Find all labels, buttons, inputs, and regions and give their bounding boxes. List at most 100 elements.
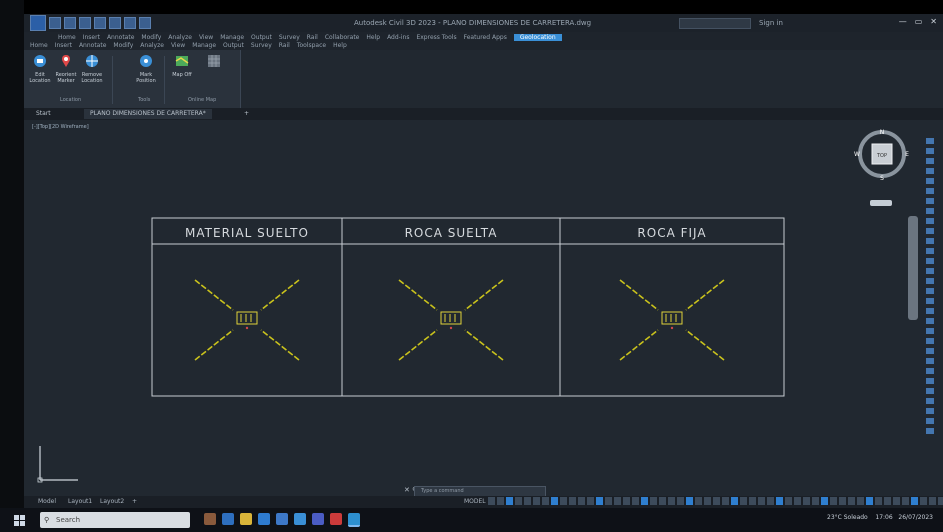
app-menu-icon[interactable] xyxy=(30,15,46,31)
status-toggle-icon[interactable] xyxy=(569,497,576,505)
status-toggle-icon[interactable] xyxy=(497,497,504,505)
nav-tool-icon[interactable] xyxy=(926,208,934,214)
edge-browser-icon[interactable] xyxy=(222,513,234,525)
status-toggle-icon[interactable] xyxy=(551,497,558,505)
new-file-icon[interactable] xyxy=(49,17,61,29)
nav-tool-icon[interactable] xyxy=(926,368,934,374)
ribbon-tab-analyze[interactable]: Analyze xyxy=(168,34,192,41)
nav-tool-icon[interactable] xyxy=(926,258,934,264)
tab-active-drawing[interactable]: PLANO DIMENSIONES DE CARRETERA* xyxy=(84,109,212,119)
nav-tool-icon[interactable] xyxy=(926,378,934,384)
menu-item-rail[interactable]: Rail xyxy=(279,42,290,49)
task-view-icon[interactable] xyxy=(204,513,216,525)
status-toggle-icon[interactable] xyxy=(758,497,765,505)
menu-item-insert[interactable]: Insert xyxy=(55,42,72,49)
taskbar-search[interactable]: ⚲ Search xyxy=(40,512,190,528)
ribbon-tab-geolocation[interactable]: Geolocation xyxy=(513,34,562,41)
status-toggle-icon[interactable] xyxy=(740,497,747,505)
status-toggle-icon[interactable] xyxy=(578,497,585,505)
status-toggle-icon[interactable] xyxy=(713,497,720,505)
start-menu-icon[interactable] xyxy=(14,515,25,526)
ribbon-tab-annotate[interactable]: Annotate xyxy=(107,34,134,41)
viewport-controls-label[interactable]: [-][Top][2D Wireframe] xyxy=(32,124,89,130)
maximize-button[interactable]: ▭ xyxy=(915,17,923,26)
status-toggle-icon[interactable] xyxy=(839,497,846,505)
ribbon-tab-add-ins[interactable]: Add-ins xyxy=(387,34,409,41)
status-toggle-icon[interactable] xyxy=(749,497,756,505)
nav-tool-icon[interactable] xyxy=(926,428,934,434)
ribbon-tab-help[interactable]: Help xyxy=(366,34,380,41)
tab-layout1[interactable]: Layout1 xyxy=(68,498,92,505)
nav-tool-icon[interactable] xyxy=(926,288,934,294)
menu-item-output[interactable]: Output xyxy=(223,42,244,49)
status-toggle-icon[interactable] xyxy=(866,497,873,505)
status-toggle-icon[interactable] xyxy=(587,497,594,505)
status-toggle-icon[interactable] xyxy=(560,497,567,505)
status-toggle-icon[interactable] xyxy=(902,497,909,505)
tab-start[interactable]: Start xyxy=(30,109,57,119)
acrobat-icon[interactable] xyxy=(330,513,342,525)
map-off-button[interactable]: Map Off xyxy=(170,54,194,78)
settings-icon[interactable] xyxy=(294,513,306,525)
status-toggle-icon[interactable] xyxy=(605,497,612,505)
menu-item-toolspace[interactable]: Toolspace xyxy=(297,42,326,49)
undo-icon[interactable] xyxy=(124,17,136,29)
new-tab-button[interactable]: + xyxy=(238,109,255,119)
tab-layout2[interactable]: Layout2 xyxy=(100,498,124,505)
nav-tool-icon[interactable] xyxy=(926,188,934,194)
nav-tool-icon[interactable] xyxy=(926,218,934,224)
nav-tool-icon[interactable] xyxy=(926,418,934,424)
status-toggle-icon[interactable] xyxy=(911,497,918,505)
status-toggle-icon[interactable] xyxy=(767,497,774,505)
drawing-canvas[interactable]: MATERIAL SUELTO ROCA SUELTA ROCA FIJA xyxy=(24,120,904,480)
nav-tool-icon[interactable] xyxy=(926,308,934,314)
status-toggle-icon[interactable] xyxy=(677,497,684,505)
status-toggle-icon[interactable] xyxy=(641,497,648,505)
status-toggle-icon[interactable] xyxy=(506,497,513,505)
nav-tool-icon[interactable] xyxy=(926,158,934,164)
status-toggle-icon[interactable] xyxy=(623,497,630,505)
ribbon-tab-survey[interactable]: Survey xyxy=(279,34,300,41)
open-file-icon[interactable] xyxy=(64,17,76,29)
close-button[interactable]: ✕ xyxy=(930,17,937,26)
minimize-button[interactable]: — xyxy=(899,17,907,26)
status-toggle-icon[interactable] xyxy=(524,497,531,505)
status-toggle-icon[interactable] xyxy=(821,497,828,505)
nav-tool-icon[interactable] xyxy=(926,138,934,144)
status-toggle-icon[interactable] xyxy=(731,497,738,505)
status-toggle-icon[interactable] xyxy=(632,497,639,505)
status-toggle-icon[interactable] xyxy=(920,497,927,505)
civil3d-taskbar-icon[interactable] xyxy=(348,513,360,527)
nav-tool-icon[interactable] xyxy=(926,268,934,274)
status-toggle-icon[interactable] xyxy=(857,497,864,505)
nav-tool-icon[interactable] xyxy=(926,318,934,324)
ribbon-tab-view[interactable]: View xyxy=(199,34,213,41)
file-explorer-icon[interactable] xyxy=(240,513,252,525)
redo-icon[interactable] xyxy=(139,17,151,29)
nav-tool-icon[interactable] xyxy=(926,408,934,414)
status-toggle-icon[interactable] xyxy=(488,497,495,505)
status-toggle-icon[interactable] xyxy=(803,497,810,505)
menu-item-home[interactable]: Home xyxy=(30,42,48,49)
ribbon-tab-home[interactable]: Home xyxy=(58,34,76,41)
status-toggle-icon[interactable] xyxy=(785,497,792,505)
ribbon-tab-output[interactable]: Output xyxy=(251,34,272,41)
ribbon-tab-express-tools[interactable]: Express Tools xyxy=(416,34,456,41)
nav-tool-icon[interactable] xyxy=(926,238,934,244)
ribbon-tab-modify[interactable]: Modify xyxy=(141,34,161,41)
nav-tool-icon[interactable] xyxy=(926,328,934,334)
nav-tool-icon[interactable] xyxy=(926,198,934,204)
plot-icon[interactable] xyxy=(109,17,121,29)
menu-item-analyze[interactable]: Analyze xyxy=(140,42,164,49)
status-toggle-icon[interactable] xyxy=(596,497,603,505)
status-toggle-icon[interactable] xyxy=(938,497,943,505)
reorient-marker-button[interactable]: Reorient Marker xyxy=(54,54,78,84)
menu-item-manage[interactable]: Manage xyxy=(192,42,216,49)
status-toggle-icon[interactable] xyxy=(704,497,711,505)
nav-tool-icon[interactable] xyxy=(926,178,934,184)
status-toggle-icon[interactable] xyxy=(884,497,891,505)
teams-icon[interactable] xyxy=(312,513,324,525)
status-toggle-icon[interactable] xyxy=(722,497,729,505)
status-toggle-icon[interactable] xyxy=(695,497,702,505)
store-icon[interactable] xyxy=(258,513,270,525)
